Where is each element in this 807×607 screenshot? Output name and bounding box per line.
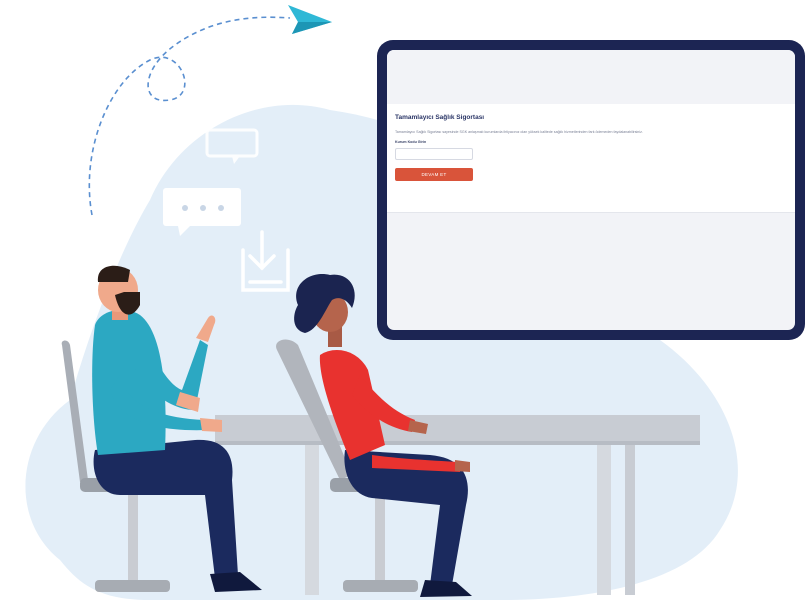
monitor-frame: Tamamlayıcı Sağlık Sigortası Tamamlayıcı… [377, 40, 805, 340]
institution-code-input[interactable] [395, 148, 473, 160]
screen-header-area [387, 50, 795, 104]
institution-code-label: Kurum Kodu Girin [395, 140, 427, 144]
form-title: Tamamlayıcı Sağlık Sigortası [395, 114, 485, 121]
continue-button[interactable]: DEVAM ET [395, 168, 473, 181]
illustration-scene: Tamamlayıcı Sağlık Sigortası Tamamlayıcı… [0, 0, 807, 607]
form-description: Tamamlayıcı Sağlık Sigortası sayesinde S… [395, 130, 643, 134]
monitor-screen: Tamamlayıcı Sağlık Sigortası Tamamlayıcı… [387, 50, 795, 330]
paper-plane-icon [288, 5, 332, 34]
insurance-form-card: Tamamlayıcı Sağlık Sigortası Tamamlayıcı… [387, 104, 795, 213]
